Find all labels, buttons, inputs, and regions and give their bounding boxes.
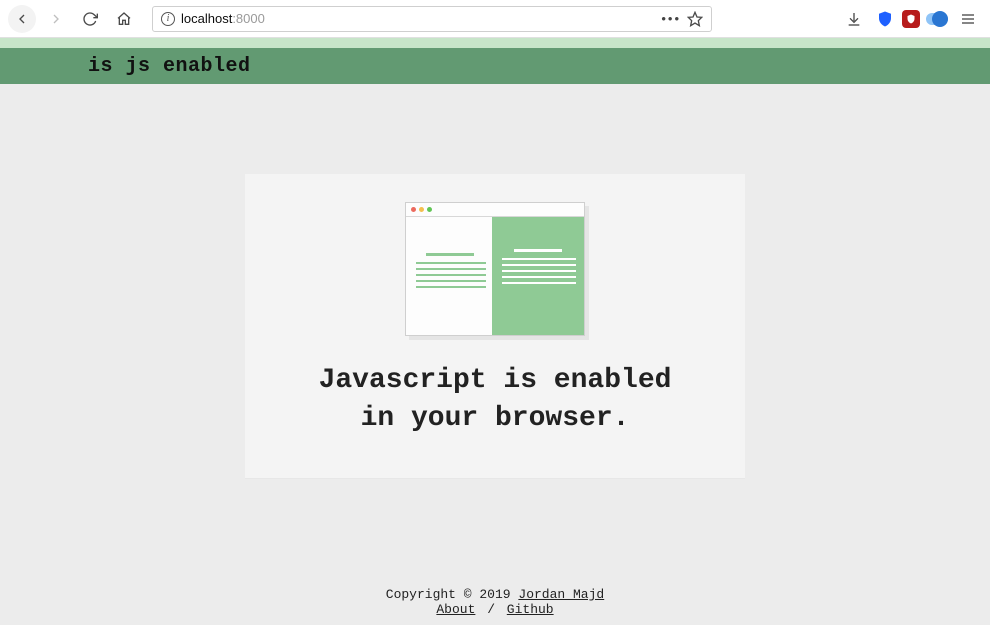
window-dot-red	[411, 207, 416, 212]
site-title: is js enabled	[0, 55, 251, 78]
site-footer: Copyright © 2019 Jordan Majd About / Git…	[0, 587, 990, 625]
forward-button[interactable]	[42, 5, 70, 33]
bookmark-star-icon[interactable]	[687, 11, 703, 27]
page-actions-icon[interactable]: •••	[661, 11, 681, 26]
site-header: is js enabled	[0, 48, 990, 84]
reload-button[interactable]	[76, 5, 104, 33]
status-message: Javascript is enabled in your browser.	[275, 362, 715, 438]
address-bar[interactable]: i localhost:8000 •••	[152, 6, 712, 32]
github-link[interactable]: Github	[507, 602, 554, 617]
status-message-line2: in your browser.	[361, 403, 630, 434]
status-card: Javascript is enabled in your browser.	[245, 174, 745, 478]
extension-toggle[interactable]	[926, 8, 948, 30]
window-dot-yellow	[419, 207, 424, 212]
downloads-button[interactable]	[840, 5, 868, 33]
browser-chrome: i localhost:8000 •••	[0, 0, 990, 38]
copyright-text: Copyright © 2019	[386, 587, 519, 602]
page-viewport: is js enabled	[0, 38, 990, 625]
illustration-pane-right	[492, 217, 584, 335]
back-button[interactable]	[8, 5, 36, 33]
bitwarden-icon[interactable]	[874, 8, 896, 30]
illustration-browser-window	[395, 194, 595, 344]
footer-separator: /	[475, 602, 506, 617]
about-link[interactable]: About	[436, 602, 475, 617]
ublock-icon[interactable]	[902, 10, 920, 28]
url-host: localhost:8000	[181, 11, 265, 26]
home-button[interactable]	[110, 5, 138, 33]
top-accent-strip	[0, 38, 990, 48]
author-link[interactable]: Jordan Majd	[518, 587, 604, 602]
main-content: Javascript is enabled in your browser.	[0, 84, 990, 587]
site-info-icon[interactable]: i	[161, 12, 175, 26]
illustration-pane-left	[406, 217, 494, 335]
window-dot-green	[427, 207, 432, 212]
menu-button[interactable]	[954, 5, 982, 33]
status-message-line1: Javascript is enabled	[319, 365, 672, 396]
